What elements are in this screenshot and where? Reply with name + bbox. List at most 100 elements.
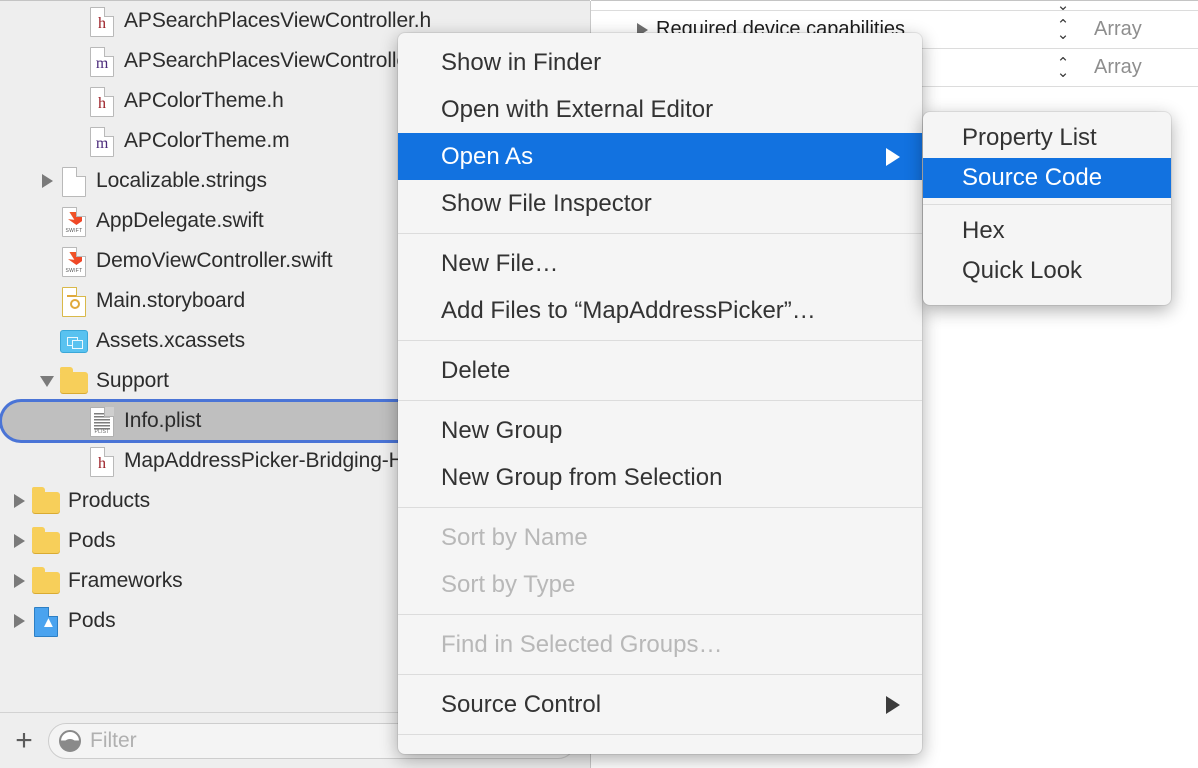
stepper-icon[interactable]: ⌃ ⌄	[1046, 21, 1080, 39]
menu-item[interactable]: Open with External Editor	[398, 86, 922, 133]
menu-item-label: Source Control	[441, 691, 886, 719]
menu-item-label: Delete	[441, 357, 900, 385]
disclosure-spacer	[36, 321, 58, 361]
filter-placeholder: Filter	[90, 729, 137, 753]
menu-separator	[398, 233, 922, 234]
disclosure-triangle-right-icon[interactable]	[36, 161, 58, 201]
folder-icon	[58, 364, 88, 398]
menu-separator	[398, 674, 922, 675]
strings-file-icon	[58, 164, 88, 198]
submenu-item[interactable]: Hex	[923, 211, 1171, 251]
disclosure-spacer	[64, 41, 86, 81]
disclosure-spacer	[36, 281, 58, 321]
disclosure-spacer	[64, 441, 86, 481]
context-menu[interactable]: Show in Finder Open with External Editor O…	[398, 33, 922, 754]
objc-file-icon: m	[86, 124, 116, 158]
submenu-item-label: Hex	[962, 217, 1005, 245]
menu-item-label: New Group	[441, 417, 900, 445]
menu-item-label: Find in Selected Groups…	[441, 631, 900, 659]
file-name-label: Support	[96, 369, 169, 393]
file-name-label: Main.storyboard	[96, 289, 245, 313]
disclosure-triangle-right-icon[interactable]	[8, 601, 30, 641]
menu-item: Find in Selected Groups…	[398, 621, 922, 668]
menu-item-label: New File…	[441, 250, 900, 278]
stepper-icon[interactable]: ⌃ ⌄	[1046, 59, 1080, 77]
disclosure-spacer	[64, 1, 86, 41]
submenu-arrow-icon	[886, 148, 900, 166]
submenu-item[interactable]: Quick Look	[923, 251, 1171, 291]
menu-separator	[398, 614, 922, 615]
submenu-item-label: Property List	[962, 124, 1097, 152]
submenu-item[interactable]: Source Code	[923, 158, 1171, 198]
menu-separator	[398, 507, 922, 508]
chevron-down-icon: ⌄	[1057, 30, 1070, 39]
file-name-label: Localizable.strings	[96, 169, 267, 193]
objc-file-icon: m	[86, 44, 116, 78]
menu-item-label: Show File Inspector	[441, 190, 900, 218]
menu-item: Sort by Type	[398, 561, 922, 608]
menu-item[interactable]: New File…	[398, 240, 922, 287]
submenu-separator	[923, 204, 1171, 205]
disclosure-triangle-down-icon[interactable]	[36, 361, 58, 401]
header-file-icon: h	[86, 444, 116, 478]
menu-item[interactable]: Open As	[398, 133, 922, 180]
menu-item[interactable]: Show in Finder	[398, 39, 922, 86]
file-name-label: Pods	[68, 529, 115, 553]
menu-item-label: Open As	[441, 143, 886, 171]
file-name-label: Products	[68, 489, 150, 513]
disclosure-spacer	[36, 201, 58, 241]
folder-icon	[30, 484, 60, 518]
menu-item[interactable]: New Group from Selection	[398, 454, 922, 501]
submenu-arrow-icon	[886, 696, 900, 714]
menu-item-label: Project Navigator Help	[441, 751, 886, 755]
submenu-item-label: Source Code	[962, 164, 1102, 192]
disclosure-triangle-right-icon[interactable]	[8, 561, 30, 601]
stepper-icon[interactable]: ⌄	[1046, 1, 1080, 10]
open-as-submenu[interactable]: Property List Source Code Hex Quick Look	[923, 112, 1171, 305]
swift-file-icon: SWIFT	[58, 244, 88, 278]
xcodeproj-icon: ▲	[30, 604, 60, 638]
file-name-label: AppDelegate.swift	[96, 209, 264, 233]
menu-item[interactable]: Source Control	[398, 681, 922, 728]
menu-item-label: New Group from Selection	[441, 464, 900, 492]
file-name-label: APColorTheme.m	[124, 129, 289, 153]
file-name-label: Info.plist	[124, 409, 201, 433]
file-name-label: DemoViewController.swift	[96, 249, 332, 273]
menu-item-label: Sort by Type	[441, 571, 900, 599]
filter-icon	[59, 730, 81, 752]
add-button[interactable]: +	[0, 713, 48, 768]
menu-item[interactable]: Show File Inspector	[398, 180, 922, 227]
menu-item[interactable]: New Group	[398, 407, 922, 454]
file-name-label: Pods	[68, 609, 115, 633]
swift-file-icon: SWIFT	[58, 204, 88, 238]
plist-file-icon: PLIST	[86, 404, 116, 438]
disclosure-triangle-right-icon[interactable]	[8, 521, 30, 561]
menu-item[interactable]: Delete	[398, 347, 922, 394]
plist-type-label: Array	[1080, 18, 1142, 41]
menu-item[interactable]: Add Files to “MapAddressPicker”…	[398, 287, 922, 334]
header-file-icon: h	[86, 84, 116, 118]
file-name-label: APSearchPlacesViewController.h	[124, 9, 431, 33]
assets-catalog-icon	[58, 324, 88, 358]
menu-separator	[398, 340, 922, 341]
chevron-down-icon: ⌄	[1057, 68, 1070, 77]
file-name-label: Frameworks	[68, 569, 183, 593]
submenu-item[interactable]: Property List	[923, 118, 1171, 158]
disclosure-spacer	[64, 121, 86, 161]
header-file-icon: h	[86, 4, 116, 38]
file-name-label: Assets.xcassets	[96, 329, 245, 353]
menu-separator	[398, 734, 922, 735]
folder-icon	[30, 524, 60, 558]
folder-icon	[30, 564, 60, 598]
storyboard-file-icon	[58, 284, 88, 318]
menu-item-label: Show in Finder	[441, 49, 900, 77]
file-name-label: APSearchPlacesViewController.m	[124, 49, 437, 73]
disclosure-spacer	[64, 81, 86, 121]
disclosure-triangle-right-icon[interactable]	[8, 481, 30, 521]
menu-item-label: Open with External Editor	[441, 96, 900, 124]
menu-item-label: Add Files to “MapAddressPicker”…	[441, 297, 900, 325]
menu-item-label: Sort by Name	[441, 524, 900, 552]
file-name-label: APColorTheme.h	[124, 89, 284, 113]
menu-item[interactable]: Project Navigator Help	[398, 741, 922, 754]
plist-row-partial: ⌄	[591, 1, 1198, 11]
